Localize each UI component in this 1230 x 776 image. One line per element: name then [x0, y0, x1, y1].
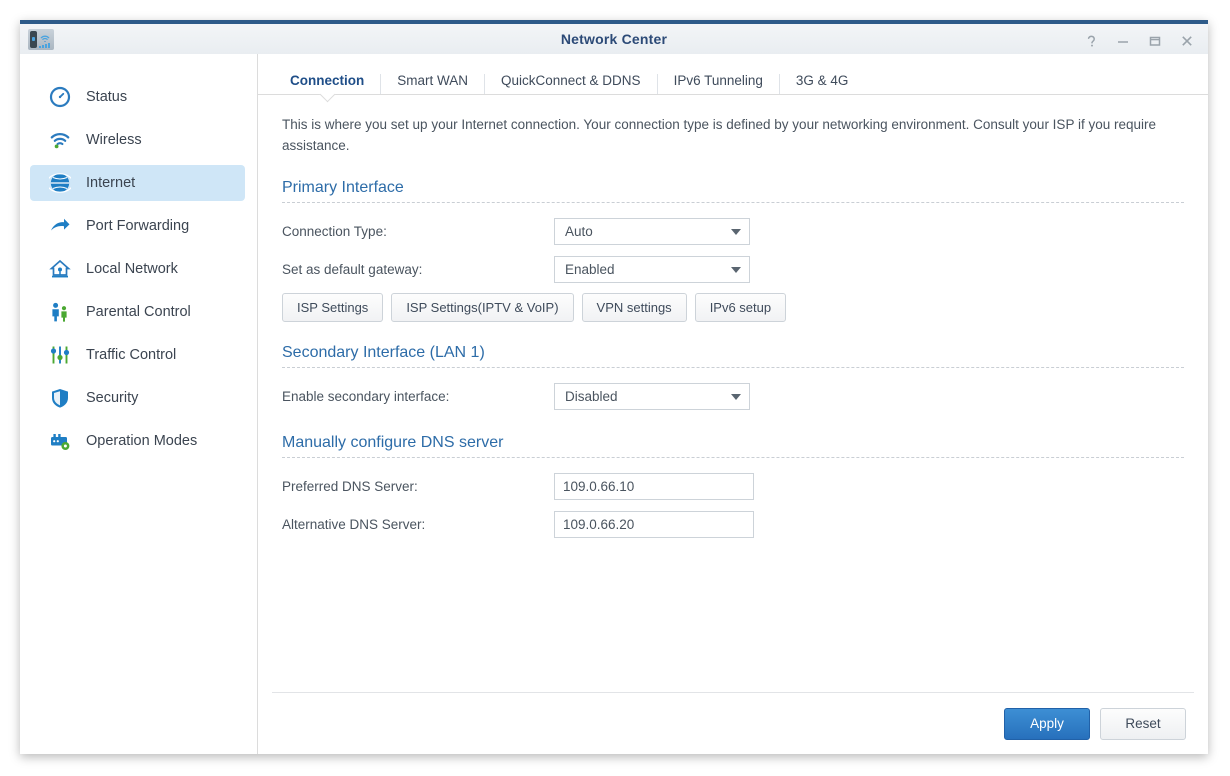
intro-text: This is where you set up your Internet c…	[282, 117, 1156, 153]
sidebar-item-label: Port Forwarding	[86, 218, 190, 234]
section-divider	[282, 366, 1184, 368]
field-label: Preferred DNS Server:	[282, 479, 418, 495]
chevron-down-icon	[731, 228, 741, 235]
apply-button[interactable]: Apply	[1004, 707, 1090, 740]
house-icon	[48, 257, 72, 281]
sidebar-item-operation-modes[interactable]: Operation Modes	[30, 423, 245, 459]
field-label: Set as default gateway:	[282, 262, 423, 278]
close-button[interactable]	[1172, 28, 1202, 54]
globe-icon	[48, 171, 72, 195]
section-secondary-interface: Secondary Interface (LAN 1) Enable secon…	[282, 344, 1184, 412]
isp-settings-button[interactable]: ISP Settings	[282, 292, 384, 322]
sidebar-item-label: Operation Modes	[86, 433, 198, 449]
window-body: Status Wireless Internet Port Forwarding…	[20, 54, 1208, 754]
vpn-settings-button[interactable]: VPN settings	[581, 292, 687, 322]
shield-icon	[48, 386, 72, 410]
wifi-icon	[48, 128, 72, 152]
gauge-icon	[48, 85, 72, 109]
field-label: Alternative DNS Server:	[282, 517, 426, 533]
field-label: Enable secondary interface:	[282, 389, 450, 405]
window-controls	[1076, 24, 1202, 58]
tab-3g-4g[interactable]: 3G & 4G	[780, 73, 865, 95]
chevron-down-icon	[731, 266, 741, 273]
sliders-icon	[48, 343, 72, 367]
section-dns: Manually configure DNS server Preferred …	[282, 434, 1184, 540]
sidebar-item-local-network[interactable]: Local Network	[30, 251, 245, 287]
arrow-forward-icon	[48, 214, 72, 238]
title-bar: Network Center	[20, 20, 1208, 54]
isp-settings-iptv-voip-button[interactable]: ISP Settings(IPTV & VoIP)	[391, 292, 574, 322]
minimize-button[interactable]	[1108, 28, 1138, 54]
sidebar-item-internet[interactable]: Internet	[30, 165, 245, 201]
footer-bar: Apply Reset	[272, 692, 1194, 754]
maximize-button[interactable]	[1140, 28, 1170, 54]
section-title: Manually configure DNS server	[282, 433, 504, 451]
sidebar-item-label: Status	[86, 89, 128, 105]
section-divider	[282, 456, 1184, 458]
field-default-gateway: Set as default gateway: Enabled	[282, 255, 1184, 285]
reset-button[interactable]: Reset	[1100, 707, 1186, 740]
help-button[interactable]	[1076, 28, 1106, 54]
section-title: Primary Interface	[282, 178, 404, 196]
default-gateway-select[interactable]: Enabled	[554, 256, 750, 284]
ipv6-setup-button[interactable]: IPv6 setup	[694, 292, 787, 322]
sidebar-item-label: Internet	[86, 175, 136, 191]
tab-quickconnect-ddns[interactable]: QuickConnect & DDNS	[485, 73, 658, 94]
sidebar-item-label: Parental Control	[86, 304, 191, 320]
sidebar-item-port-forwarding[interactable]: Port Forwarding	[30, 208, 245, 244]
parents-child-icon	[48, 300, 72, 324]
section-title: Secondary Interface (LAN 1)	[282, 343, 485, 361]
sidebar-item-label: Traffic Control	[86, 347, 177, 363]
preferred-dns-input[interactable]	[554, 473, 754, 501]
field-connection-type: Connection Type: Auto	[282, 217, 1184, 247]
tab-bar: Connection Smart WAN QuickConnect & DDNS…	[258, 65, 1208, 95]
tab-connection[interactable]: Connection	[274, 73, 382, 94]
tab-ipv6-tunneling[interactable]: IPv6 Tunneling	[658, 73, 780, 94]
select-value: Disabled	[565, 389, 618, 405]
section-divider	[282, 201, 1184, 203]
section-primary-interface: Primary Interface Connection Type: Auto …	[282, 179, 1184, 322]
sidebar-item-security[interactable]: Security	[30, 380, 245, 416]
modes-gear-icon	[48, 429, 72, 453]
select-value: Auto	[565, 224, 593, 240]
content-area: Connection Smart WAN QuickConnect & DDNS…	[258, 54, 1208, 754]
sidebar-item-traffic-control[interactable]: Traffic Control	[30, 337, 245, 373]
enable-secondary-interface-select[interactable]: Disabled	[554, 383, 750, 411]
settings-panel: This is where you set up your Internet c…	[258, 95, 1208, 692]
sidebar-item-label: Wireless	[86, 132, 142, 148]
sidebar-item-parental-control[interactable]: Parental Control	[30, 294, 245, 330]
primary-interface-buttons: ISP Settings ISP Settings(IPTV & VoIP) V…	[282, 292, 1184, 322]
field-alternative-dns: Alternative DNS Server:	[282, 510, 1184, 540]
alternative-dns-input[interactable]	[554, 511, 754, 539]
sidebar-item-label: Security	[86, 390, 139, 406]
connection-type-select[interactable]: Auto	[554, 218, 750, 246]
sidebar: Status Wireless Internet Port Forwarding…	[20, 54, 258, 754]
field-label: Connection Type:	[282, 224, 387, 240]
chevron-down-icon	[731, 393, 741, 400]
app-window: Network Center Status Wireless Internet …	[20, 20, 1208, 754]
sidebar-item-label: Local Network	[86, 261, 178, 277]
tab-smart-wan[interactable]: Smart WAN	[381, 73, 485, 94]
field-preferred-dns: Preferred DNS Server:	[282, 472, 1184, 502]
sidebar-item-wireless[interactable]: Wireless	[30, 122, 245, 158]
window-title: Network Center	[560, 31, 668, 47]
select-value: Enabled	[565, 262, 615, 278]
field-enable-secondary-interface: Enable secondary interface: Disabled	[282, 382, 1184, 412]
sidebar-item-status[interactable]: Status	[30, 79, 245, 115]
